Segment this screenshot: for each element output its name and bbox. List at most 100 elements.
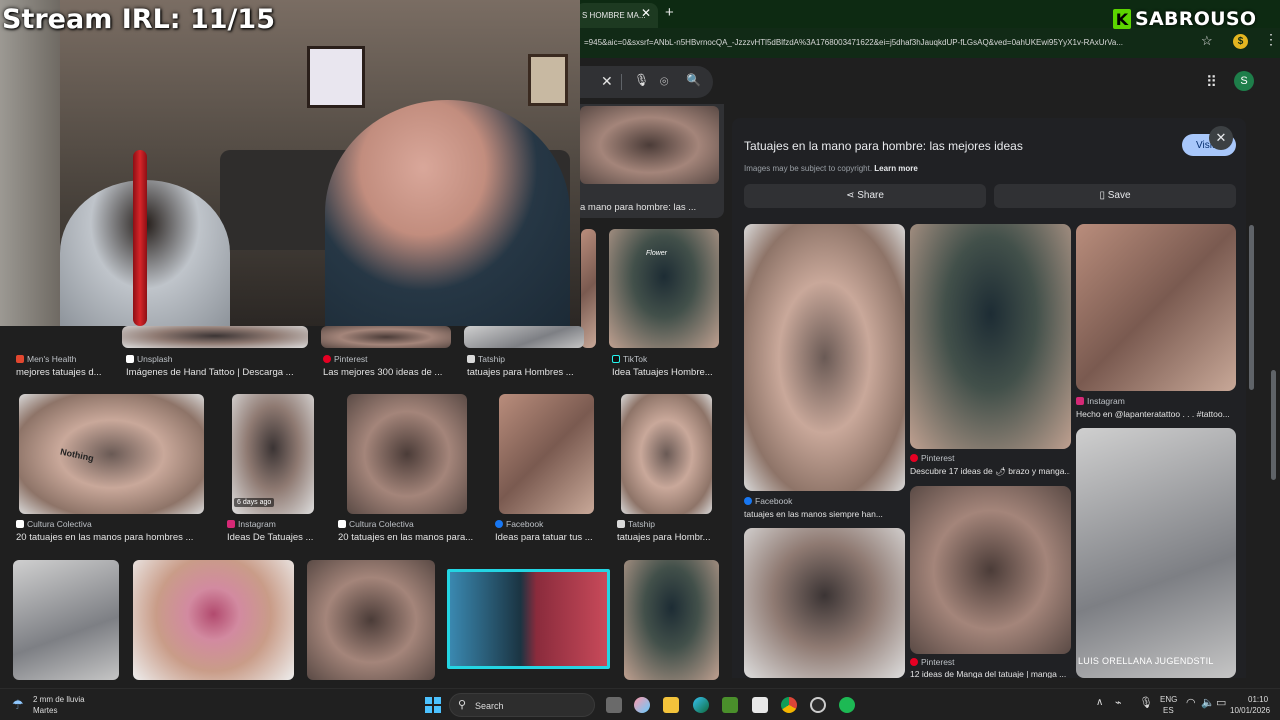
result-caption[interactable]: mejores tatuajes d... xyxy=(16,367,116,378)
source-facebook[interactable]: Facebook xyxy=(495,519,543,529)
result-image-selected[interactable] xyxy=(447,569,610,669)
related-image[interactable] xyxy=(744,528,905,678)
related-image[interactable] xyxy=(1076,224,1236,391)
apps-grid-icon[interactable]: ⠿ xyxy=(1206,73,1217,91)
related-caption[interactable]: tatuajes en las manos siempre han... xyxy=(744,509,904,519)
save-button[interactable]: ▯ Save xyxy=(994,184,1236,208)
related-caption[interactable]: 12 ideas de Manga del tatuaje | manga ..… xyxy=(910,669,1070,678)
mic-icon[interactable]: 🎙 xyxy=(634,73,649,87)
page-scrollbar[interactable] xyxy=(1271,370,1276,480)
result-image[interactable] xyxy=(13,560,119,680)
close-preview-icon[interactable]: ✕ xyxy=(1209,126,1233,150)
result-image[interactable] xyxy=(133,560,294,680)
file-explorer-icon[interactable] xyxy=(663,697,679,713)
clear-search-icon[interactable]: ✕ xyxy=(601,73,613,90)
result-image[interactable] xyxy=(232,394,314,514)
weather-icon[interactable]: ☂ xyxy=(12,697,24,713)
share-button[interactable]: ⋖ Share xyxy=(744,184,986,208)
date-badge: 6 days ago xyxy=(234,498,275,507)
source-cultura-colectiva[interactable]: Cultura Colectiva xyxy=(16,519,92,529)
store-icon[interactable] xyxy=(752,697,768,713)
clock-time[interactable]: 01:10 xyxy=(1248,695,1268,704)
source-tiktok[interactable]: TikTok xyxy=(612,354,647,364)
new-tab-icon[interactable]: + xyxy=(665,4,674,21)
task-view-icon[interactable] xyxy=(606,697,622,713)
minecraft-icon[interactable] xyxy=(722,697,738,713)
spotify-icon[interactable] xyxy=(839,697,855,713)
edge-icon[interactable] xyxy=(693,697,709,713)
source-pinterest[interactable]: Pinterest xyxy=(323,354,368,364)
browser-menu-icon[interactable]: ⋮ xyxy=(1264,31,1278,48)
source-pinterest[interactable]: Pinterest xyxy=(910,453,955,463)
result-image[interactable] xyxy=(621,394,712,514)
lens-icon[interactable]: ⌾ xyxy=(660,73,668,90)
related-image[interactable] xyxy=(910,486,1071,654)
search-icon[interactable]: 🔍 xyxy=(686,73,701,87)
result-image[interactable] xyxy=(609,229,719,348)
clock-date: 10/01/2026 xyxy=(1230,706,1271,715)
panel-title[interactable]: Tatuajes en la mano para hombre: las mej… xyxy=(744,139,1023,153)
result-caption[interactable]: Las mejores 300 ideas de ... xyxy=(323,367,453,378)
source-unsplash[interactable]: Unsplash xyxy=(126,354,172,364)
tab-close-icon[interactable]: ✕ xyxy=(641,6,651,20)
result-caption[interactable]: 20 tatuajes en las manos para hombres ..… xyxy=(16,532,202,543)
extension-icon[interactable]: $ xyxy=(1233,34,1248,49)
taskbar-search[interactable]: ⚲ Search xyxy=(449,693,595,717)
related-image[interactable] xyxy=(910,224,1071,449)
source-menshealth[interactable]: Men's Health xyxy=(16,354,76,364)
search-box[interactable]: ✕ 🎙 ⌾ 🔍 xyxy=(575,66,713,98)
result-image[interactable] xyxy=(321,326,451,348)
related-image[interactable] xyxy=(1076,428,1236,678)
result-image[interactable] xyxy=(499,394,594,514)
result-caption[interactable]: 20 tatuajes en las manos para... xyxy=(338,532,476,543)
result-image[interactable] xyxy=(347,394,467,514)
result-caption[interactable]: Ideas De Tatuajes ... xyxy=(227,532,317,543)
source-pinterest[interactable]: Pinterest xyxy=(910,657,955,667)
battery-icon[interactable]: ▭ xyxy=(1216,696,1226,709)
volume-icon[interactable]: 🔈 xyxy=(1201,696,1215,709)
avatar[interactable]: S xyxy=(1234,71,1254,91)
lang-bottom: ES xyxy=(1163,706,1174,715)
peek-card[interactable]: a mano para hombre: las ... xyxy=(574,104,724,218)
network-icon[interactable]: ⌁ xyxy=(1115,696,1122,709)
panel-scrollbar[interactable] xyxy=(1249,225,1254,390)
share-icon: ⋖ xyxy=(846,190,855,201)
brand-name: SABROUSO xyxy=(1135,8,1257,30)
start-icon[interactable] xyxy=(425,697,441,713)
result-caption[interactable]: Ideas para tatuar tus ... xyxy=(495,532,595,543)
related-caption[interactable]: Descubre 17 ideas de 🌶 brazo y manga... xyxy=(910,466,1070,477)
source-instagram[interactable]: Instagram xyxy=(1076,396,1125,406)
obs-icon[interactable] xyxy=(810,697,826,713)
source-tatship[interactable]: Tatship xyxy=(467,354,505,364)
mic-tray-icon[interactable]: 🎙 xyxy=(1139,696,1153,709)
source-instagram[interactable]: Instagram xyxy=(227,519,276,529)
related-image[interactable] xyxy=(744,224,905,491)
chrome-icon[interactable] xyxy=(781,697,797,713)
tiktok-icon xyxy=(612,355,620,363)
learn-more-link[interactable]: Learn more xyxy=(874,164,918,173)
result-image[interactable] xyxy=(307,560,435,680)
facebook-icon xyxy=(744,497,752,505)
bookmark-star-icon[interactable]: ☆ xyxy=(1201,33,1213,49)
lang-top[interactable]: ENG xyxy=(1160,695,1177,704)
source-tatship[interactable]: Tatship xyxy=(617,519,655,529)
tray-chevron-icon[interactable]: ∧ xyxy=(1096,697,1103,708)
unsplash-icon xyxy=(126,355,134,363)
image-watermark: LUIS ORELLANA JUGENDSTIL xyxy=(1078,656,1214,666)
result-image[interactable] xyxy=(19,394,204,514)
facebook-icon xyxy=(495,520,503,528)
weather-temp[interactable]: 2 mm de lluvia xyxy=(33,695,85,704)
result-caption[interactable]: Imágenes de Hand Tattoo | Descarga ... xyxy=(126,367,306,378)
result-image[interactable] xyxy=(122,326,308,348)
result-caption[interactable]: Idea Tatuajes Hombre... xyxy=(612,367,722,378)
source-cultura-colectiva[interactable]: Cultura Colectiva xyxy=(338,519,414,529)
copilot-icon[interactable] xyxy=(634,697,650,713)
result-caption[interactable]: tatuajes para Hombr... xyxy=(617,532,717,543)
related-caption[interactable]: Hecho en @lapanteratattoo . . . #tattoo.… xyxy=(1076,409,1234,419)
result-caption[interactable]: tatuajes para Hombres ... xyxy=(467,367,582,378)
wifi-icon[interactable]: ◠ xyxy=(1186,696,1196,709)
source-facebook[interactable]: Facebook xyxy=(744,496,792,506)
result-image[interactable] xyxy=(624,560,719,680)
url-field[interactable]: =945&aic=0&sxsrf=ANbL-n5HBvrnocQA_-Jzzzv… xyxy=(584,38,1194,47)
result-image[interactable] xyxy=(464,326,584,348)
